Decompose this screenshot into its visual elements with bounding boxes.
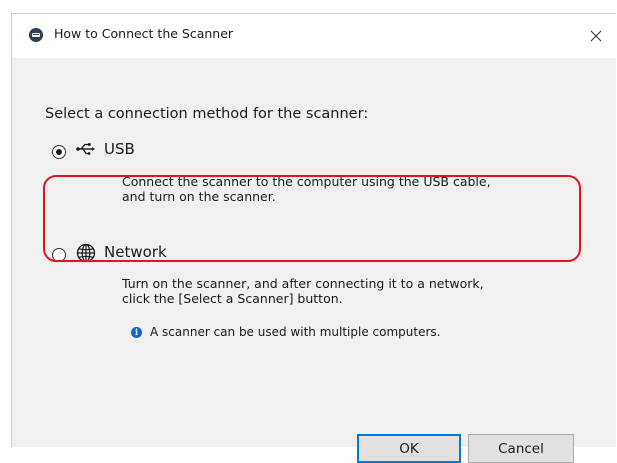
close-button[interactable] <box>576 14 616 58</box>
close-icon <box>590 30 602 42</box>
network-description-line: Turn on the scanner, and after connectin… <box>122 276 484 291</box>
dialog-content: Select a connection method for the scann… <box>12 58 616 463</box>
usb-description-line: and turn on the scanner. <box>122 189 276 204</box>
note-text: A scanner can be used with multiple comp… <box>150 325 441 339</box>
usb-radio[interactable] <box>52 145 66 159</box>
connect-scanner-dialog: How to Connect the Scanner Select a conn… <box>11 13 616 463</box>
title-bar: How to Connect the Scanner <box>12 14 616 58</box>
network-label: Network <box>104 243 167 261</box>
usb-description: Connect the scanner to the computer usin… <box>122 174 592 204</box>
usb-label: USB <box>104 140 135 158</box>
scanner-app-icon <box>29 28 43 42</box>
usb-icon <box>76 143 95 155</box>
window-title: How to Connect the Scanner <box>54 26 234 41</box>
usb-option[interactable]: USB Connect the scanner to the computer … <box>12 134 616 234</box>
network-description: Turn on the scanner, and after connectin… <box>122 276 592 306</box>
multiple-computers-note: i A scanner can be used with multiple co… <box>131 325 440 339</box>
ok-button[interactable]: OK <box>357 434 461 463</box>
prompt-text: Select a connection method for the scann… <box>45 106 369 122</box>
usb-description-line: Connect the scanner to the computer usin… <box>122 174 491 189</box>
network-description-line: click the [Select a Scanner] button. <box>122 291 343 306</box>
globe-icon <box>76 243 96 263</box>
info-icon: i <box>131 326 142 338</box>
cancel-button[interactable]: Cancel <box>468 434 574 463</box>
network-radio[interactable] <box>52 248 66 262</box>
network-option[interactable]: Network Turn on the scanner, and after c… <box>12 241 616 376</box>
